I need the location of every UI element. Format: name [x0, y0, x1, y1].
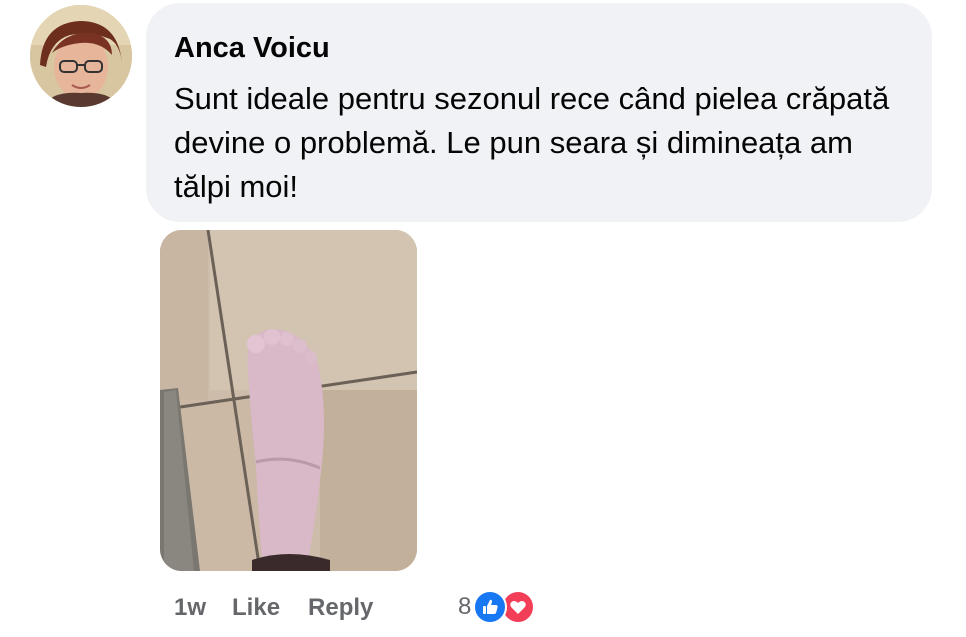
foot-photo-icon: [160, 230, 417, 571]
reaction-count: 8: [458, 593, 472, 620]
comment-text: Sunt ideale pentru sezonul rece când pie…: [174, 81, 890, 204]
comment-bubble: Anca Voicu Sunt ideale pentru sezonul re…: [146, 3, 932, 222]
author-avatar[interactable]: [30, 5, 132, 107]
comment-author-name[interactable]: Anca Voicu: [174, 31, 902, 65]
reactions-summary[interactable]: 8: [458, 587, 536, 627]
comment-photo-attachment[interactable]: [160, 230, 417, 571]
comment-actions: 1w Like Reply: [174, 588, 373, 628]
reply-button[interactable]: Reply: [308, 594, 373, 622]
comment-timestamp[interactable]: 1w: [174, 594, 206, 622]
like-reaction-icon: [473, 590, 508, 624]
like-button[interactable]: Like: [232, 594, 280, 622]
avatar-photo-icon: [30, 5, 132, 107]
